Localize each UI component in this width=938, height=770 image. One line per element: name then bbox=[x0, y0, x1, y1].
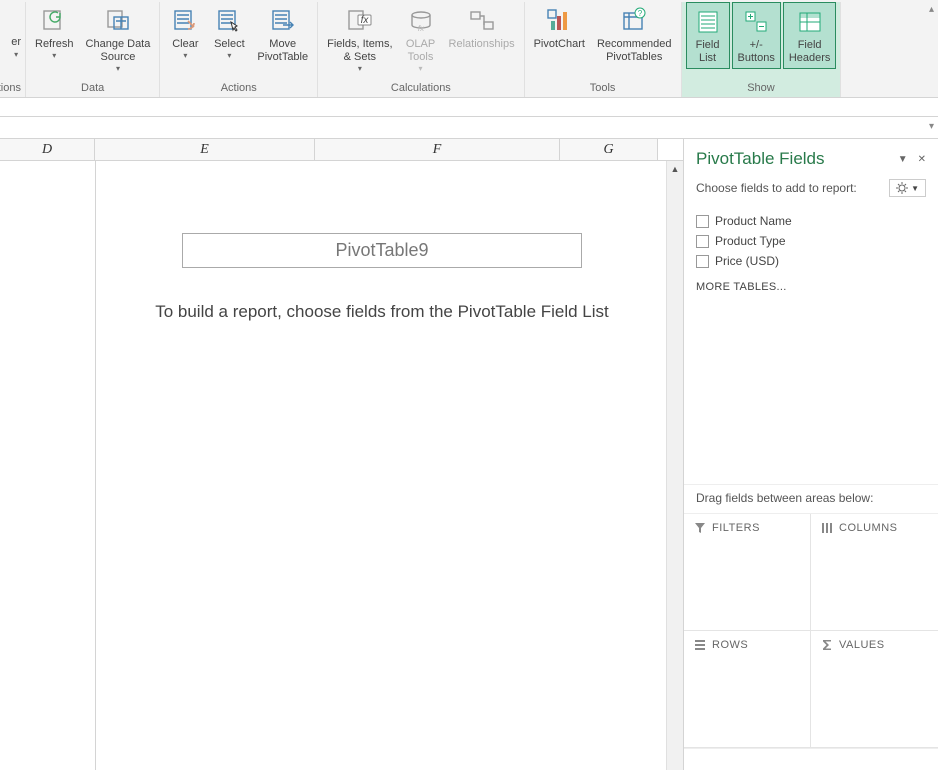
values-area[interactable]: VALUES bbox=[811, 631, 938, 748]
group-label-show: Show bbox=[747, 80, 775, 97]
field-headers-button[interactable]: Field Headers bbox=[783, 2, 837, 69]
worksheet-area[interactable]: D E F G PivotTable9 To build a report, c… bbox=[0, 139, 683, 770]
group-label-actions: Actions bbox=[221, 80, 257, 97]
more-tables-link[interactable]: MORE TABLES... bbox=[684, 271, 938, 299]
field-label: Product Name bbox=[715, 214, 792, 228]
move-pivottable-icon bbox=[267, 5, 299, 37]
dropdown-arrow-icon: ▾ bbox=[227, 51, 231, 60]
pane-close-icon[interactable]: ✕ bbox=[918, 154, 926, 165]
refresh-button[interactable]: Refresh ▾ bbox=[30, 2, 79, 63]
pane-dropdown-icon[interactable]: ▼ bbox=[898, 154, 908, 165]
move-pivottable-button[interactable]: Move PivotTable bbox=[252, 2, 313, 67]
plus-minus-icon bbox=[740, 6, 772, 38]
drag-areas-label: Drag fields between areas below: bbox=[684, 484, 938, 513]
dropdown-arrow-icon: ▾ bbox=[52, 51, 56, 60]
fields-items-sets-button[interactable]: fx Fields, Items, & Sets ▾ bbox=[322, 2, 397, 76]
pane-layout-button[interactable]: ▼ bbox=[889, 179, 926, 197]
area-label: COLUMNS bbox=[839, 522, 898, 534]
ribbon-group-calculations: fx Fields, Items, & Sets ▾ fx OLAP Tools… bbox=[318, 2, 524, 97]
column-headers: D E F G bbox=[0, 139, 683, 161]
area-label: ROWS bbox=[712, 639, 748, 651]
col-header-e[interactable]: E bbox=[95, 139, 315, 160]
recommended-pivottables-button[interactable]: ? Recommended PivotTables bbox=[592, 2, 677, 67]
ribbon-group-show: Field List +/- Buttons Field Headers Sho… bbox=[682, 2, 842, 97]
relationships-icon bbox=[466, 5, 498, 37]
relationships-button[interactable]: Relationships bbox=[444, 2, 520, 54]
sigma-icon bbox=[821, 639, 833, 651]
columns-area[interactable]: COLUMNS bbox=[811, 514, 938, 631]
group-label-data: Data bbox=[81, 80, 104, 97]
checkbox-icon[interactable] bbox=[696, 235, 709, 248]
field-price-usd[interactable]: Price (USD) bbox=[696, 251, 926, 271]
scroll-up-icon[interactable]: ▲ bbox=[667, 161, 683, 178]
pane-title: PivotTable Fields bbox=[696, 149, 825, 169]
expand-arrow-icon[interactable]: ▾ bbox=[929, 121, 934, 132]
olap-tools-icon: fx bbox=[405, 5, 437, 37]
svg-text:fx: fx bbox=[360, 15, 369, 26]
rows-icon bbox=[694, 639, 706, 651]
col-header-g[interactable]: G bbox=[560, 139, 658, 160]
ribbon-group-tools: PivotChart ? Recommended PivotTables Too… bbox=[525, 2, 682, 97]
clear-button[interactable]: Clear ▾ bbox=[164, 2, 206, 63]
funnel-icon bbox=[694, 522, 706, 534]
pivotchart-button[interactable]: PivotChart bbox=[529, 2, 590, 54]
change-data-source-icon bbox=[102, 5, 134, 37]
rows-area[interactable]: ROWS bbox=[684, 631, 811, 748]
area-label: VALUES bbox=[839, 639, 885, 651]
ribbon: er ▾ ctions Refresh ▾ Change Data Source… bbox=[0, 0, 938, 98]
recommended-pivottables-icon: ? bbox=[618, 5, 650, 37]
field-list: Product Name Product Type Price (USD) bbox=[684, 207, 938, 271]
field-label: Price (USD) bbox=[715, 254, 779, 268]
field-list-icon bbox=[692, 6, 724, 38]
field-product-name[interactable]: Product Name bbox=[696, 211, 926, 231]
partial-group-label: ctions bbox=[0, 80, 21, 97]
dropdown-arrow-icon: ▼ bbox=[911, 184, 919, 193]
dropdown-arrow-icon: ▾ bbox=[358, 64, 362, 73]
ribbon-group-actions: Clear ▾ Select ▾ Move PivotTable Actions bbox=[160, 2, 318, 97]
checkbox-icon[interactable] bbox=[696, 215, 709, 228]
vertical-scrollbar[interactable]: ▲ bbox=[666, 161, 683, 770]
col-header-d[interactable]: D bbox=[0, 139, 95, 160]
pane-subtitle: Choose fields to add to report: bbox=[696, 181, 857, 195]
checkbox-icon[interactable] bbox=[696, 255, 709, 268]
svg-text:?: ? bbox=[638, 9, 643, 18]
pivotchart-icon bbox=[543, 5, 575, 37]
select-icon bbox=[213, 5, 245, 37]
field-product-type[interactable]: Product Type bbox=[696, 231, 926, 251]
dropdown-arrow-icon: ▾ bbox=[419, 64, 423, 73]
select-button[interactable]: Select ▾ bbox=[208, 2, 250, 63]
refresh-icon bbox=[38, 5, 70, 37]
plus-minus-buttons-button[interactable]: +/- Buttons bbox=[732, 2, 781, 69]
gear-icon bbox=[896, 182, 908, 194]
clear-icon bbox=[169, 5, 201, 37]
partial-button-label: er bbox=[11, 36, 21, 48]
area-label: FILTERS bbox=[712, 522, 760, 534]
filters-area[interactable]: FILTERS bbox=[684, 514, 811, 631]
formula-bar-area bbox=[0, 98, 938, 117]
pivottable-fields-pane: PivotTable Fields ▼ ✕ Choose fields to a… bbox=[683, 139, 938, 770]
utility-row: ▾ bbox=[0, 117, 938, 139]
dropdown-arrow-icon: ▾ bbox=[183, 51, 187, 60]
field-headers-icon bbox=[794, 6, 826, 38]
svg-text:fx: fx bbox=[417, 24, 424, 33]
group-label-calculations: Calculations bbox=[391, 80, 451, 97]
change-data-source-button[interactable]: Change Data Source ▾ bbox=[81, 2, 156, 76]
olap-tools-button[interactable]: fx OLAP Tools ▾ bbox=[400, 2, 442, 76]
columns-icon bbox=[821, 522, 833, 534]
dropdown-arrow-icon: ▾ bbox=[116, 64, 120, 73]
field-list-button[interactable]: Field List bbox=[686, 2, 730, 69]
ribbon-group-data: Refresh ▾ Change Data Source ▾ Data bbox=[26, 2, 160, 97]
fields-items-sets-icon: fx bbox=[344, 5, 376, 37]
group-label-tools: Tools bbox=[590, 80, 616, 97]
ribbon-collapse-icon[interactable]: ▴ bbox=[929, 4, 934, 15]
field-label: Product Type bbox=[715, 234, 786, 248]
drop-areas: FILTERS COLUMNS ROWS bbox=[684, 513, 938, 748]
col-header-f[interactable]: F bbox=[315, 139, 560, 160]
